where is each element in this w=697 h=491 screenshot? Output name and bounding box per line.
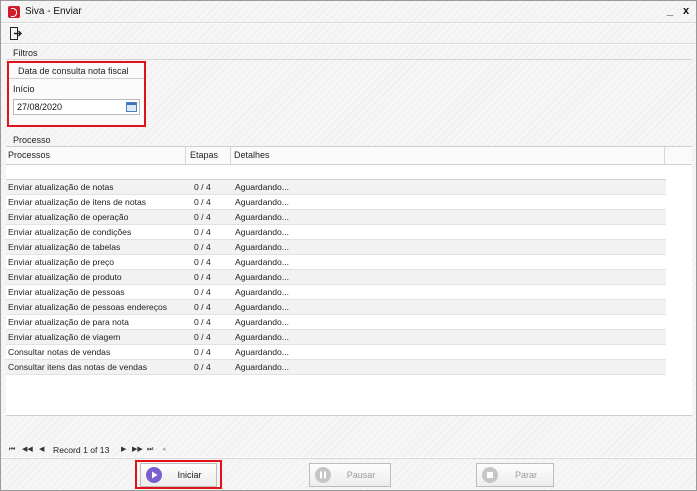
minimize-button[interactable]: _ [664,5,676,17]
cell-detalhes: Aguardando... [235,347,289,357]
cell-detalhes: Aguardando... [235,197,289,207]
table-row[interactable]: Enviar atualização de condições 0 / 4 Agua… [6,225,666,240]
toolbar [1,24,696,44]
table-row[interactable]: Enviar atualização de produto 0 / 4 Aguard… [6,270,666,285]
table-row[interactable]: Enviar atualização de itens de notas 0 / … [6,195,666,210]
table-row[interactable]: Enviar atualização de para nota 0 / 4 Agua… [6,315,666,330]
cell-detalhes: Aguardando... [235,257,289,267]
next-record-button[interactable]: ▶ [121,443,126,457]
record-counter: Record 1 of 13 [53,445,110,455]
table-row[interactable]: Enviar atualização de viagem 0 / 4 Aguarda… [6,330,666,345]
cell-processo: Enviar atualização de tabelas [8,242,121,252]
cell-etapas: 0 / 4 [194,182,211,192]
table-row[interactable]: Enviar atualização de pessoas endereços 0… [6,300,666,315]
record-navigator: ⏮ ◀◀ ◀ Record 1 of 13 ▶ ▶▶ ⏭ ◂ [6,443,692,457]
cell-processo: Enviar atualização de notas [8,182,114,192]
table-row[interactable]: Enviar atualização de preço 0 / 4 Aguardan… [6,255,666,270]
cell-processo: Enviar atualização de itens de notas [8,197,147,207]
table-row[interactable]: Enviar atualização de pessoas 0 / 4 Aguard… [6,285,666,300]
cell-detalhes: Aguardando... [235,227,289,237]
grid-rows: Enviar atualização de notas 0 / 4 Aguardan… [6,179,666,375]
parar-button[interactable]: Parar [476,463,554,487]
table-row[interactable]: Enviar atualização de operação 0 / 4 Aguar… [6,210,666,225]
col-header-detalhes[interactable]: Detalhes [231,147,665,164]
app-window: Siva - Enviar _ x Filtros Data de consul… [0,0,697,491]
cell-etapas: 0 / 4 [194,227,211,237]
pausar-button[interactable]: Pausar [309,463,391,487]
cell-detalhes: Aguardando... [235,272,289,282]
first-record-button[interactable]: ⏮ [9,443,15,457]
cell-processo: Enviar atualização de operação [8,212,129,222]
cell-processo: Enviar atualização de preço [8,257,115,267]
cell-detalhes: Aguardando... [235,332,289,342]
cell-processo: Enviar atualização de condições [8,227,132,237]
cell-etapas: 0 / 4 [194,287,211,297]
siva-logo-icon [8,5,20,18]
cell-detalhes: Aguardando... [235,302,289,312]
cell-etapas: 0 / 4 [194,317,211,327]
exit-icon[interactable] [10,27,22,40]
col-header-processos[interactable]: Processos [6,147,186,164]
cell-processo: Enviar atualização de pessoas [8,287,125,297]
table-row[interactable]: Enviar atualização de tabelas 0 / 4 Aguard… [6,240,666,255]
grid-header: Processos Etapas Detalhes [6,147,692,165]
cell-processo: Enviar atualização de produto [8,272,122,282]
cell-processo: Enviar atualização de para nota [8,317,129,327]
cell-etapas: 0 / 4 [194,257,211,267]
cell-detalhes: Aguardando... [235,212,289,222]
action-bar: Iniciar Pausar Parar [1,458,696,490]
title-bar: Siva - Enviar _ x [1,1,696,23]
next-page-button[interactable]: ▶▶ [132,443,143,457]
cell-processo: Consultar itens das notas de vendas [8,362,148,372]
scroll-left-button[interactable]: ◂ [162,443,166,457]
parar-label: Parar [514,470,537,480]
filtros-divider [6,59,692,60]
cell-detalhes: Aguardando... [235,362,289,372]
col-header-spacer [665,147,692,164]
cell-etapas: 0 / 4 [194,197,211,207]
cell-etapas: 0 / 4 [194,302,211,312]
last-record-button[interactable]: ⏭ [147,443,153,457]
prev-page-button[interactable]: ◀◀ [22,443,33,457]
cell-etapas: 0 / 4 [194,242,211,252]
cell-processo: Consultar notas de vendas [8,347,111,357]
cell-detalhes: Aguardando... [235,242,289,252]
table-row[interactable]: Consultar notas de vendas 0 / 4 Aguardando… [6,345,666,360]
cell-processo: Enviar atualização de pessoas endereços [8,302,168,312]
table-row[interactable]: Consultar itens das notas de vendas 0 / 4… [6,360,666,375]
cell-etapas: 0 / 4 [194,272,211,282]
window-title: Siva - Enviar [25,6,82,17]
cell-processo: Enviar atualização de viagem [8,332,121,342]
cell-detalhes: Aguardando... [235,182,289,192]
cell-etapas: 0 / 4 [194,332,211,342]
col-header-etapas[interactable]: Etapas [186,147,231,164]
cell-etapas: 0 / 4 [194,212,211,222]
cell-detalhes: Aguardando... [235,317,289,327]
table-row[interactable]: Enviar atualização de notas 0 / 4 Aguardan… [6,180,666,195]
cell-detalhes: Aguardando... [235,287,289,297]
filter-highlight-spacer [7,61,146,127]
iniciar-button[interactable]: Iniciar [140,463,217,487]
cell-etapas: 0 / 4 [194,362,211,372]
process-grid: Processos Etapas Detalhes Enviar atualiz… [6,146,692,416]
filtros-label: Filtros [13,48,38,58]
cell-etapas: 0 / 4 [194,347,211,357]
iniciar-label: Iniciar [177,470,202,480]
prev-record-button[interactable]: ◀ [39,443,44,457]
processo-label: Processo [13,135,51,145]
close-button[interactable]: x [680,5,692,17]
pausar-label: Pausar [346,470,376,480]
